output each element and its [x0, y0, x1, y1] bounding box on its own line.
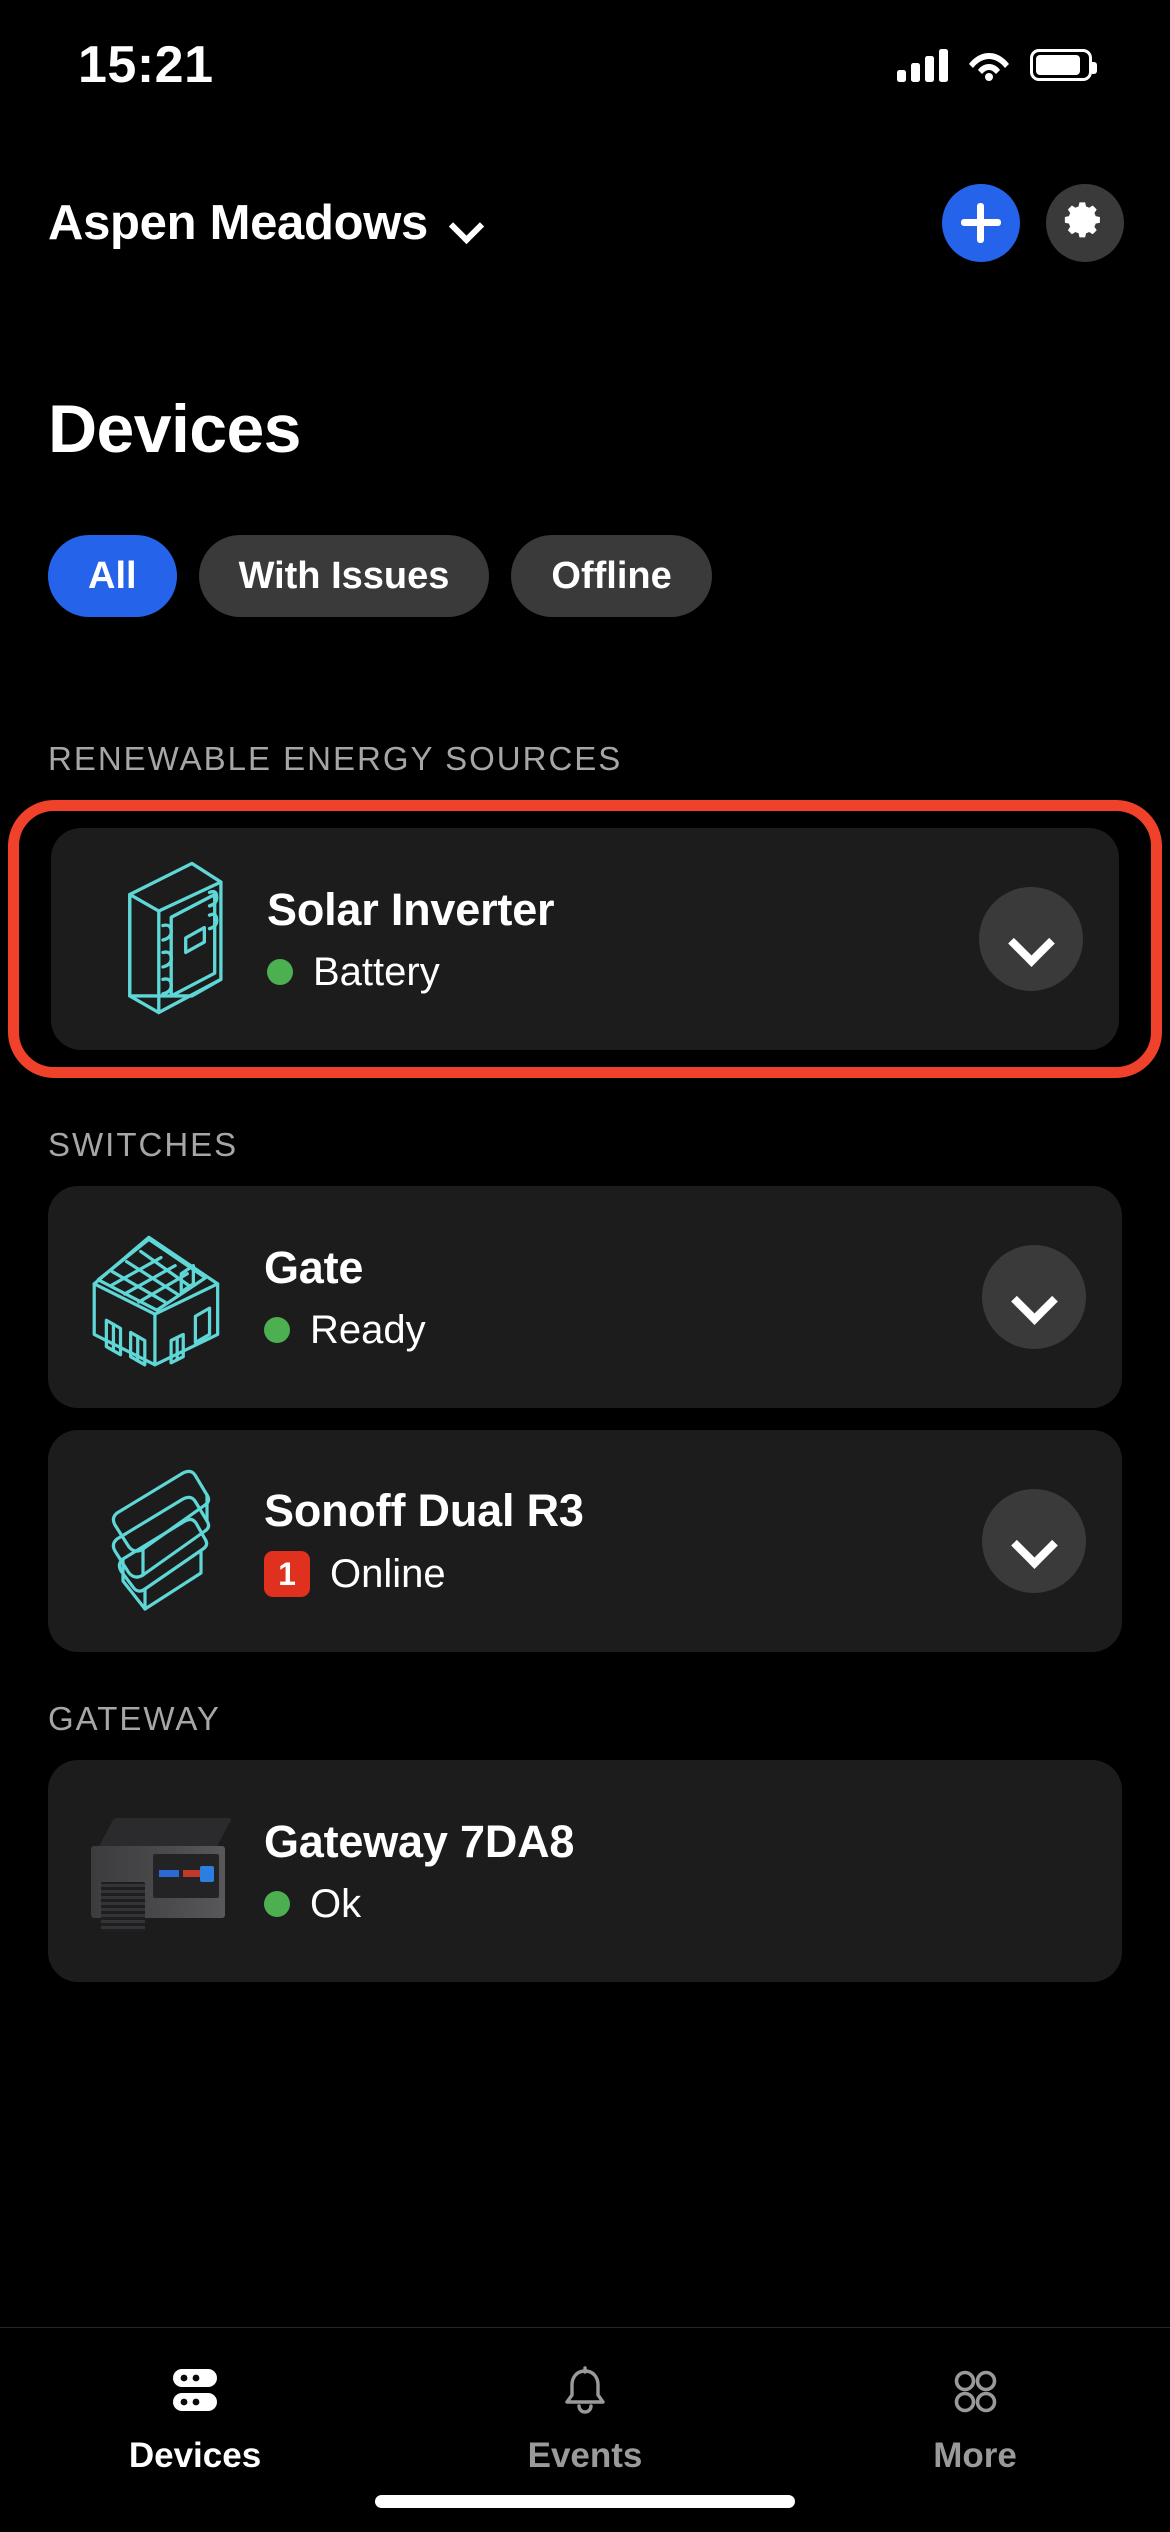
device-status: Ok — [264, 1882, 1086, 1927]
wifi-icon — [968, 49, 1010, 81]
section-header: SWITCHES — [48, 1126, 239, 1163]
status-label: Online — [330, 1551, 446, 1596]
status-label: Ready — [310, 1307, 426, 1352]
device-info: Gateway 7DA8 Ok — [252, 1816, 1086, 1927]
expand-button[interactable] — [982, 1245, 1086, 1349]
chevron-down-icon — [1014, 1285, 1054, 1309]
device-status: 1 Online — [264, 1551, 982, 1597]
section-header: RENEWABLE ENERGY SOURCES — [48, 740, 623, 777]
device-name: Gate — [264, 1241, 364, 1293]
status-bar: 15:21 — [0, 0, 1170, 115]
status-bar-time: 15:21 — [78, 35, 214, 94]
expand-button[interactable] — [982, 1489, 1086, 1593]
status-label: Ok — [310, 1881, 362, 1926]
filter-chip-all[interactable]: All — [48, 535, 177, 617]
switch-module-icon — [72, 1451, 252, 1631]
plus-icon — [961, 202, 1001, 243]
status-label: Battery — [313, 949, 440, 994]
chevron-down-icon — [452, 214, 482, 232]
status-dot-green — [264, 1891, 290, 1917]
highlight-outline: Solar Inverter Battery — [8, 800, 1162, 1078]
bell-icon — [559, 2364, 611, 2418]
device-list: RENEWABLE ENERGY SOURCES Solar Inverter … — [0, 740, 1170, 1982]
page-title: Devices — [48, 391, 302, 467]
device-name: Sonoff Dual R3 — [264, 1485, 584, 1536]
chevron-down-icon — [1011, 927, 1051, 951]
house-solar-panel-icon — [72, 1207, 252, 1387]
filter-chip-label: All — [88, 554, 137, 597]
tab-label: Devices — [128, 2436, 262, 2475]
header-actions — [942, 183, 1124, 262]
expand-button[interactable] — [979, 887, 1083, 991]
chevron-down-icon — [1014, 1529, 1054, 1553]
device-name: Solar Inverter — [267, 883, 555, 935]
settings-button[interactable] — [1046, 183, 1124, 262]
home-indicator — [375, 2495, 795, 2508]
filter-chip-label: Offline — [551, 554, 672, 597]
battery-icon — [1030, 48, 1097, 81]
gear-icon — [1062, 197, 1108, 248]
device-status: Ready — [264, 1308, 982, 1353]
section-gateway: GATEWAY Gateway 7DA8 Ok — [0, 1700, 1170, 1982]
status-badge: 1 — [264, 1551, 310, 1597]
device-info: Sonoff Dual R3 1 Online — [252, 1485, 982, 1597]
tab-devices[interactable]: Devices — [0, 2364, 390, 2476]
site-name-label: Aspen Meadows — [48, 195, 429, 250]
device-name: Gateway 7DA8 — [264, 1815, 575, 1867]
device-card-gateway-7da8[interactable]: Gateway 7DA8 Ok — [48, 1760, 1122, 1982]
server-icon — [167, 2364, 223, 2418]
gateway-cards: Gateway 7DA8 Ok — [0, 1760, 1170, 1982]
filter-chip-offline[interactable]: Offline — [511, 535, 712, 617]
section-renewable-energy-sources: RENEWABLE ENERGY SOURCES Solar Inverter … — [0, 740, 1170, 1078]
tab-label: More — [933, 2436, 1017, 2475]
device-card-solar-inverter[interactable]: Solar Inverter Battery — [51, 828, 1119, 1050]
status-dot-green — [264, 1317, 290, 1343]
device-info: Solar Inverter Battery — [255, 884, 979, 995]
device-card-gate[interactable]: Gate Ready — [48, 1186, 1122, 1408]
tab-label: Events — [527, 2436, 643, 2475]
solar-inverter-icon — [75, 849, 255, 1029]
add-device-button[interactable] — [942, 183, 1020, 262]
tab-events[interactable]: Events — [390, 2364, 780, 2476]
app-header: Aspen Meadows — [0, 170, 1170, 275]
filter-chip-with-issues[interactable]: With Issues — [198, 535, 490, 617]
filter-chips: All With Issues Offline — [48, 535, 712, 617]
status-bar-icons — [897, 48, 1097, 82]
site-switcher[interactable]: Aspen Meadows — [48, 195, 482, 251]
cellular-signal-icon — [897, 48, 948, 82]
status-dot-green — [267, 959, 293, 985]
section-header: GATEWAY — [48, 1700, 221, 1737]
section-switches: SWITCHES Gate Ready Sonoff Dual R3 1 Onl… — [0, 1126, 1170, 1652]
device-card-sonoff-dual-r3[interactable]: Sonoff Dual R3 1 Online — [48, 1430, 1122, 1652]
tab-more[interactable]: More — [780, 2364, 1170, 2476]
device-status: Battery — [267, 950, 979, 995]
grid-dots-icon — [949, 2364, 1001, 2418]
filter-chip-label: With Issues — [238, 554, 450, 597]
device-info: Gate Ready — [252, 1242, 982, 1353]
switch-cards: Gate Ready Sonoff Dual R3 1 Online — [0, 1186, 1170, 1652]
gateway-device-photo — [72, 1781, 252, 1961]
